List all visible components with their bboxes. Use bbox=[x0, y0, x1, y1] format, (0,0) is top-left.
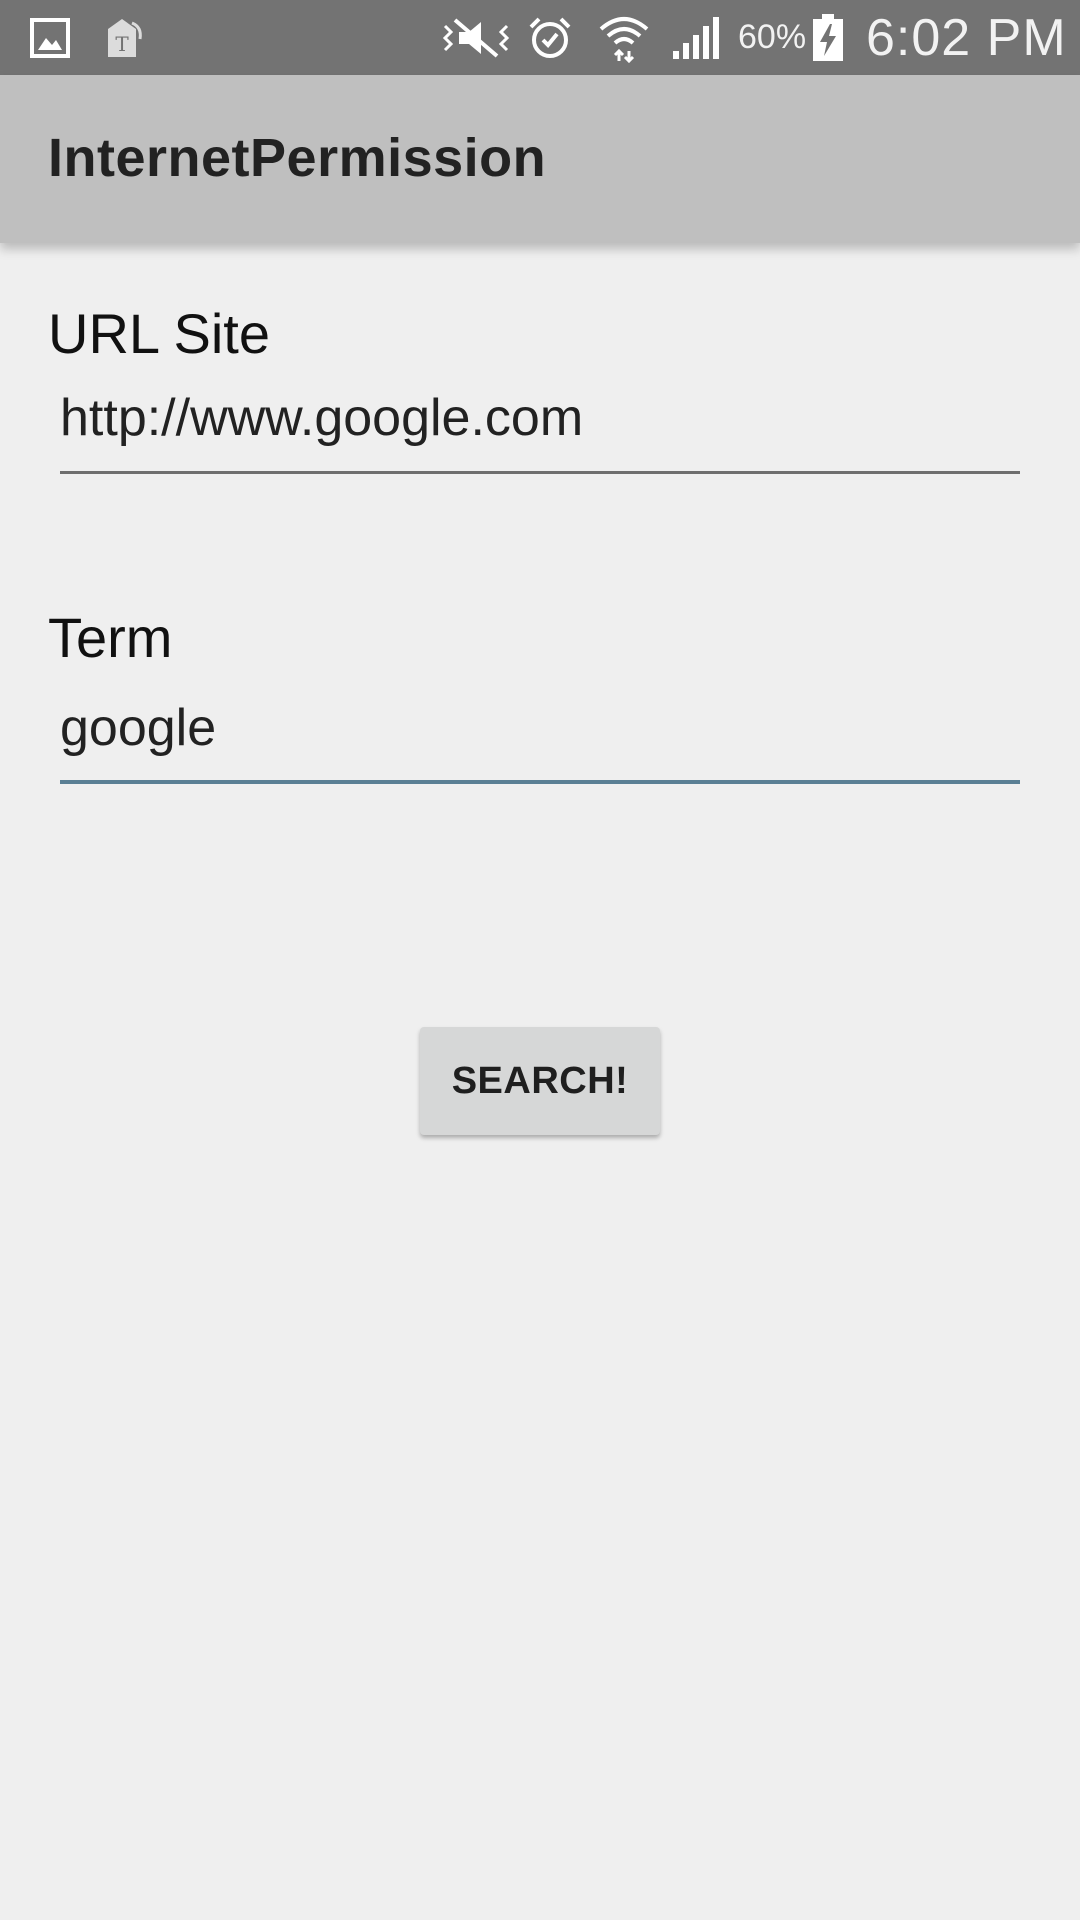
t-mobile-icon: T bbox=[98, 14, 146, 62]
vibrate-mute-icon bbox=[440, 14, 512, 62]
clock: 6:02 PM bbox=[866, 8, 1067, 67]
main-content: URL Site Term SEARCH! bbox=[0, 243, 1080, 1920]
search-button[interactable]: SEARCH! bbox=[420, 1027, 660, 1135]
battery-percent: 60% bbox=[738, 18, 807, 56]
url-site-underline bbox=[60, 471, 1020, 474]
term-input[interactable] bbox=[60, 683, 1020, 773]
url-site-input[interactable] bbox=[60, 373, 1020, 463]
wifi-icon bbox=[596, 14, 652, 63]
app-title: InternetPermission bbox=[48, 128, 547, 188]
status-bar: T 60% 6:02 PM bbox=[0, 0, 1080, 75]
svg-text:T: T bbox=[115, 32, 129, 56]
term-underline bbox=[60, 780, 1020, 784]
gallery-icon bbox=[28, 14, 72, 62]
app-bar: InternetPermission bbox=[0, 75, 1080, 243]
url-site-label: URL Site bbox=[48, 302, 271, 365]
signal-icon bbox=[670, 14, 722, 62]
term-label: Term bbox=[48, 606, 173, 669]
alarm-icon bbox=[526, 14, 574, 62]
battery-charging-icon bbox=[810, 14, 846, 62]
